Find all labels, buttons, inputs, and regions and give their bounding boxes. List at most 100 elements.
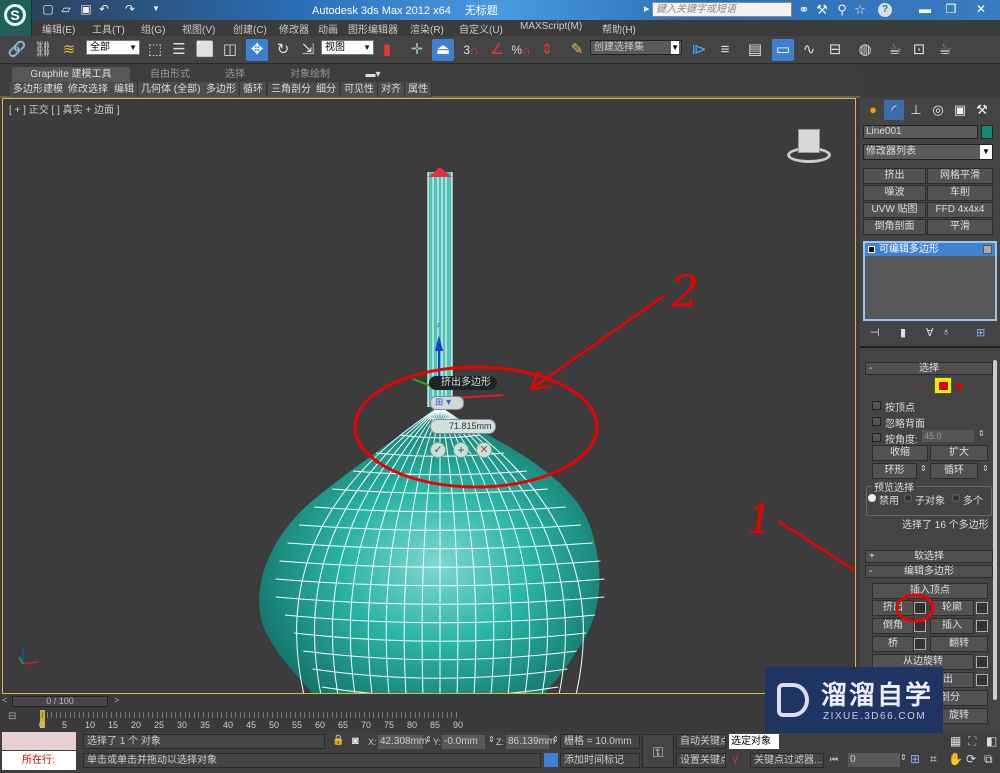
inset-settings-button[interactable]: [976, 620, 988, 632]
ribbon-edit[interactable]: 编辑: [111, 82, 138, 97]
ribbon-tab-freeform[interactable]: 自由形式: [140, 67, 200, 82]
remove-modifier-icon[interactable]: ♁: [942, 326, 950, 338]
ribbon-align[interactable]: 对齐: [378, 82, 405, 97]
extrusion-height-field[interactable]: 71.815mm: [430, 419, 496, 434]
viewcube[interactable]: [787, 129, 831, 165]
save-file-icon[interactable]: ▣: [78, 2, 94, 16]
binoculars-icon[interactable]: ⚭: [796, 2, 812, 18]
extrude-spline-settings-button[interactable]: [976, 674, 988, 686]
ribbon-tab-selection[interactable]: 选择: [210, 67, 260, 82]
motion-tab-icon[interactable]: ◎: [928, 100, 948, 120]
rollout-edit-polygons[interactable]: - 编辑多边形: [865, 565, 993, 578]
named-selection-dropdown[interactable]: 创建选择集 ▼: [590, 40, 682, 55]
ribbon-options-icon[interactable]: ▬▾: [358, 67, 388, 82]
modifier-meshsmooth-button[interactable]: 网格平滑: [927, 168, 993, 184]
frame-spinner[interactable]: ⇕: [900, 753, 907, 762]
window-crossing-icon[interactable]: ◫: [219, 39, 241, 61]
zoom-extents-icon[interactable]: ⛶: [968, 734, 976, 749]
link-icon[interactable]: 🔗: [6, 39, 28, 61]
menu-group[interactable]: 组(G): [141, 21, 165, 36]
menu-maxscript[interactable]: MAXScript(M): [520, 21, 582, 32]
layer-manager-icon[interactable]: ▤: [744, 39, 766, 61]
shrink-button[interactable]: 收缩: [872, 445, 928, 461]
default-tangent-icon[interactable]: √: [732, 752, 739, 766]
menu-customize[interactable]: 自定义(U): [459, 21, 503, 36]
rollout-selection[interactable]: - 选择: [865, 362, 993, 375]
ribbon-polygon-modeling[interactable]: 多边形建模: [10, 82, 67, 97]
outline-button[interactable]: 轮廓: [930, 600, 974, 616]
menu-rendering[interactable]: 渲染(R): [410, 21, 444, 36]
ring-button[interactable]: 环形: [872, 463, 917, 479]
open-file-icon[interactable]: ▱: [58, 2, 74, 16]
extrude-button[interactable]: 挤出: [872, 600, 914, 616]
key-filters-button[interactable]: 关键点过滤器...: [750, 753, 824, 768]
menu-help[interactable]: 帮助(H): [602, 21, 636, 36]
hinge-settings-button[interactable]: [976, 656, 988, 668]
rendered-frame-icon[interactable]: ⊡: [908, 39, 930, 61]
modifier-extrude-button[interactable]: 挤出: [863, 168, 926, 184]
display-tab-icon[interactable]: ▣: [950, 100, 970, 120]
menu-edit[interactable]: 编辑(E): [42, 21, 75, 36]
angle-field[interactable]: 45.0: [922, 430, 974, 442]
search-input[interactable]: 键入关键字或短语: [652, 2, 792, 17]
pin-stack-icon[interactable]: ⊣: [870, 326, 880, 339]
current-frame-field[interactable]: 0: [848, 753, 900, 767]
rollout-soft-selection[interactable]: + 软选择: [865, 550, 993, 563]
angle-snap-icon[interactable]: ∠: [486, 39, 508, 61]
spinner-snap-icon[interactable]: ⇕: [536, 39, 558, 61]
by-vertex-checkbox[interactable]: [872, 401, 881, 410]
ignore-backfacing-checkbox[interactable]: [872, 417, 881, 426]
graphite-toggle-icon[interactable]: ▭: [772, 39, 794, 61]
schematic-view-icon[interactable]: ⊟: [824, 39, 846, 61]
application-button[interactable]: S: [0, 0, 32, 36]
pivot-center-icon[interactable]: ▮: [376, 39, 398, 61]
bevel-button[interactable]: 倒角: [872, 618, 914, 634]
close-button[interactable]: ✕: [964, 0, 998, 18]
x-spinner[interactable]: ⇕: [425, 735, 432, 744]
preview-off-radio[interactable]: [868, 494, 876, 502]
material-editor-icon[interactable]: ◍: [854, 39, 876, 61]
ribbon-properties[interactable]: 属性: [405, 82, 432, 97]
expand-icon[interactable]: [868, 246, 875, 253]
make-unique-icon[interactable]: ∀: [926, 326, 934, 339]
curve-editor-icon[interactable]: ∿: [798, 39, 820, 61]
key-mode-dropdown[interactable]: 选定对象: [729, 734, 779, 749]
extrude-settings-button[interactable]: [914, 602, 926, 614]
flip-button[interactable]: 翻转: [930, 636, 988, 652]
absolute-mode-icon[interactable]: ◙: [352, 735, 359, 747]
inset-button[interactable]: 插入: [930, 618, 974, 634]
modifier-lathe-button[interactable]: 车削: [927, 185, 993, 201]
unlink-icon[interactable]: ⛓: [32, 39, 54, 61]
select-move-icon[interactable]: ✥: [246, 39, 268, 61]
field-of-view-icon[interactable]: ⌗: [930, 752, 937, 767]
modifier-ffd-button[interactable]: FFD 4x4x4: [927, 202, 993, 218]
redo-icon[interactable]: ↷: [122, 2, 138, 16]
edge-subobject-icon[interactable]: ⁄: [902, 379, 904, 391]
mirror-icon[interactable]: ⧐: [688, 39, 710, 61]
maximize-viewport-icon[interactable]: ⧉: [984, 752, 993, 767]
menu-views[interactable]: 视图(V): [182, 21, 215, 36]
preview-subobject-radio[interactable]: [904, 494, 912, 502]
snaps-toggle-icon[interactable]: 3∩: [460, 39, 482, 61]
menu-tools[interactable]: 工具(T): [92, 21, 125, 36]
time-slider-thumb[interactable]: 0 / 100: [12, 696, 108, 707]
selection-lock-icon[interactable]: 🔒: [332, 735, 344, 746]
set-key-button[interactable]: 设置关键点: [676, 753, 726, 768]
menu-modifiers[interactable]: 修改器: [279, 21, 309, 36]
utilities-tab-icon[interactable]: ⚒: [972, 100, 992, 120]
modifier-bevel-profile-button[interactable]: 倒角剖面: [863, 219, 926, 235]
modifier-smooth-button[interactable]: 平滑: [927, 219, 993, 235]
loop-button[interactable]: 循环: [930, 463, 978, 479]
auto-key-button[interactable]: 自动关键点: [676, 734, 726, 749]
search-expand-icon[interactable]: ▶: [644, 5, 649, 13]
y-coordinate-field[interactable]: -0.0mm: [442, 735, 485, 749]
zoom-extents-selected-icon[interactable]: ◧: [986, 734, 997, 748]
ribbon-subdivision[interactable]: 细分: [313, 82, 340, 97]
time-tag-icon[interactable]: [544, 753, 558, 767]
edit-named-selection-icon[interactable]: ✎: [566, 39, 588, 61]
grow-button[interactable]: 扩大: [930, 445, 988, 461]
create-tab-icon[interactable]: ●: [863, 100, 883, 120]
ribbon-polygons[interactable]: 多边形: [203, 82, 240, 97]
menu-graph-editors[interactable]: 图形编辑器: [348, 21, 398, 36]
z-coordinate-field[interactable]: 86.139mm: [506, 735, 555, 749]
